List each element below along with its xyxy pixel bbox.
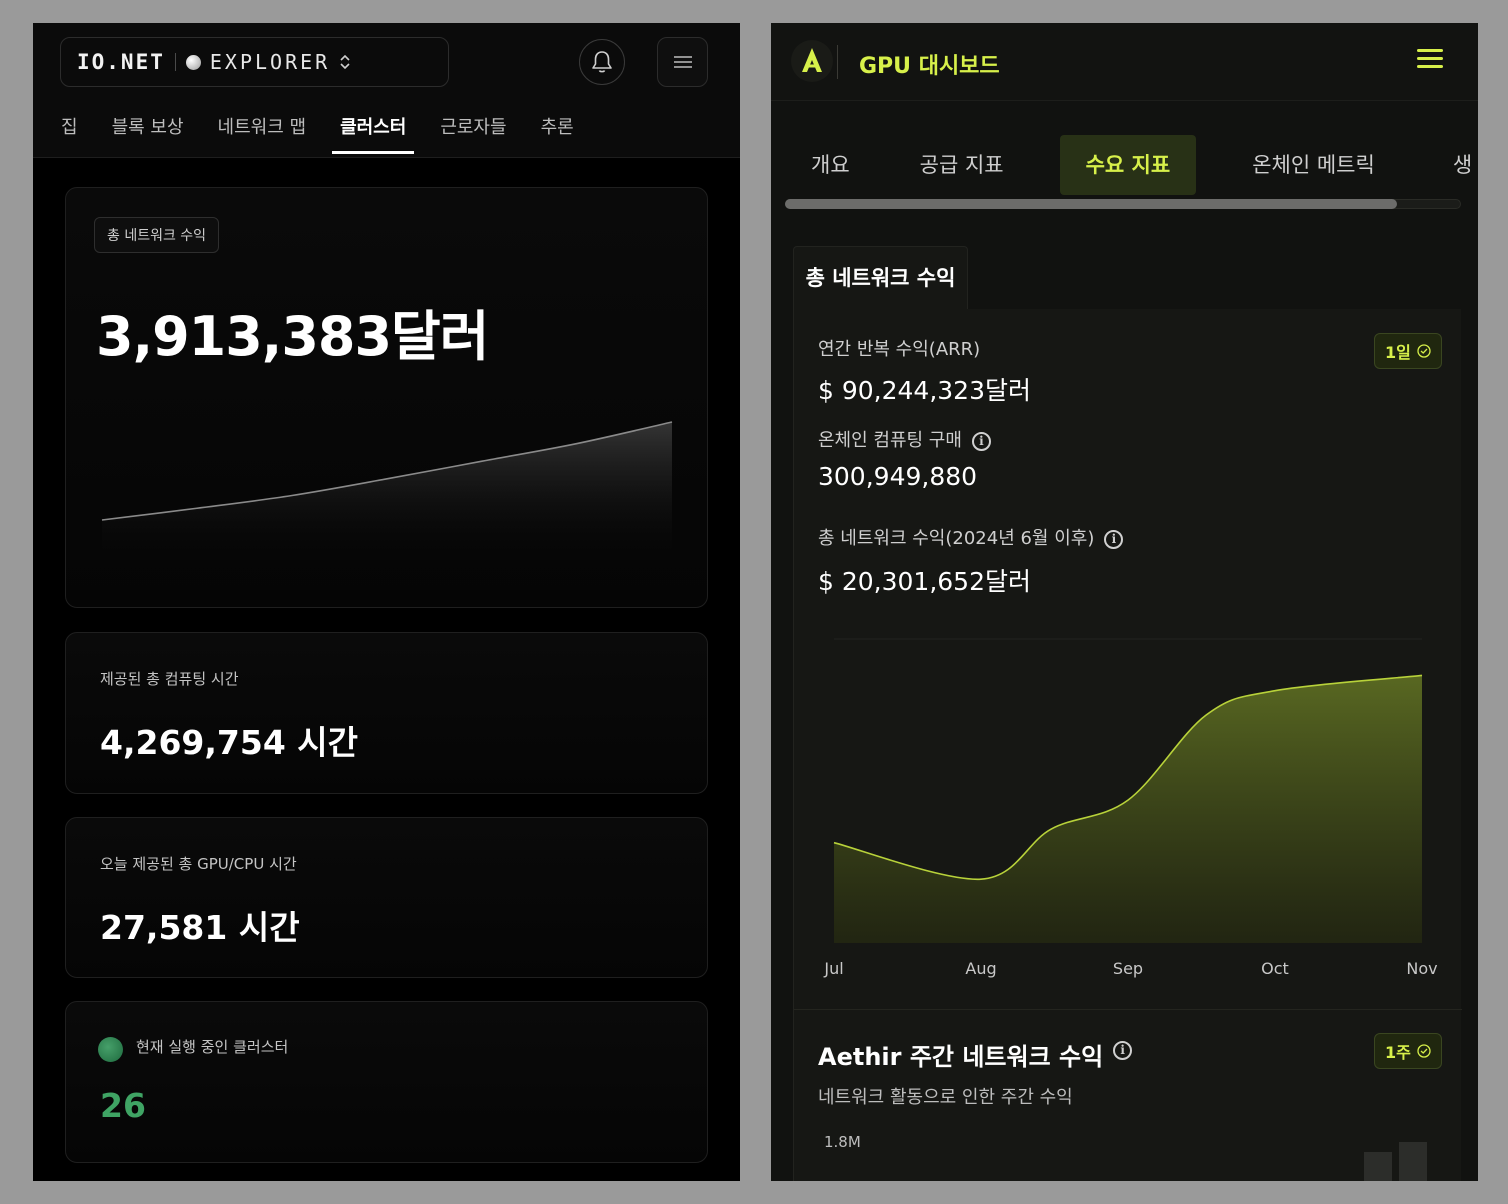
timeframe-label: 1일 xyxy=(1385,343,1411,362)
tab-inference[interactable]: 추론 xyxy=(541,113,574,151)
section-divider xyxy=(794,1009,1462,1010)
today-hours-card: 오늘 제공된 총 GPU/CPU 시간 27,581 시간 xyxy=(65,817,708,978)
onchain-label-text: 온체인 컴퓨팅 구매 xyxy=(818,430,962,451)
chevron-updown-icon xyxy=(340,54,350,70)
today-hours-label: 오늘 제공된 총 GPU/CPU 시간 xyxy=(100,855,297,873)
status-dot-icon xyxy=(98,1037,123,1062)
timeframe-label: 1주 xyxy=(1385,1043,1411,1062)
tab-more[interactable]: 생 xyxy=(1453,135,1478,195)
compute-hours-card: 제공된 총 컴퓨팅 시간 4,269,754 시간 xyxy=(65,632,708,794)
explorer-switcher[interactable]: IO.NET EXPLORER xyxy=(60,37,449,87)
onchain-label: 온체인 컴퓨팅 구매 i xyxy=(818,426,991,452)
dashboard-title: GPU 대시보드 xyxy=(859,54,1000,79)
arr-value: $ 90,244,323달러 xyxy=(818,376,1031,405)
hamburger-icon xyxy=(673,56,692,68)
arr-label: 연간 반복 수익(ARR) xyxy=(818,339,981,360)
revenue-area-chart xyxy=(833,638,1423,943)
total-revenue-label: 총 네트워크 수익 xyxy=(94,217,220,253)
info-icon[interactable]: i xyxy=(971,431,991,451)
explorer-title: EXPLORER xyxy=(209,50,331,74)
section-tab-total-revenue[interactable]: 총 네트워크 수익 xyxy=(793,246,968,309)
menu-button[interactable] xyxy=(657,37,708,87)
io-net-logo: IO.NET xyxy=(77,50,165,74)
running-clusters-card: 현재 실행 중인 클러스터 26 xyxy=(65,1001,708,1163)
running-clusters-label: 현재 실행 중인 클러스터 xyxy=(136,1038,289,1056)
info-icon[interactable]: i xyxy=(1104,529,1124,549)
io-explorer-panel: IO.NET EXPLORER 집 블록 보상 네트워크 맵 클러스터 근로자들 xyxy=(33,23,740,1181)
tab-supply-metrics[interactable]: 공급 지표 xyxy=(894,135,1060,195)
info-icon[interactable]: i xyxy=(1113,1040,1133,1060)
tab-block-rewards[interactable]: 블록 보상 xyxy=(112,113,184,151)
explorer-nav: 집 블록 보상 네트워크 맵 클러스터 근로자들 추론 xyxy=(61,113,608,154)
notifications-button[interactable] xyxy=(579,39,625,85)
tab-onchain-metrics[interactable]: 온체인 메트릭 xyxy=(1196,135,1453,195)
aethir-weekly-title-text: Aethir 주간 네트워크 수익 xyxy=(818,1043,1104,1071)
dashboard-header: GPU 대시보드 xyxy=(771,23,1478,101)
aethir-weekly-title: Aethir 주간 네트워크 수익 i xyxy=(818,1037,1133,1072)
x-tick-label: Nov xyxy=(1406,959,1438,978)
tab-home[interactable]: 집 xyxy=(61,113,78,151)
x-tick-label: Sep xyxy=(1112,959,1144,978)
total-since-label: 총 네트워크 수익(2024년 6월 이후) i xyxy=(818,524,1124,550)
x-tick-label: Jul xyxy=(824,959,844,978)
total-since-label-text: 총 네트워크 수익(2024년 6월 이후) xyxy=(818,528,1095,549)
tab-demand-metrics[interactable]: 수요 지표 xyxy=(1059,135,1197,195)
tab-clusters[interactable]: 클러스터 xyxy=(332,113,415,154)
total-revenue-value: 3,913,383달러 xyxy=(96,305,489,368)
compute-hours-value: 4,269,754 시간 xyxy=(100,723,359,762)
revenue-area-fill xyxy=(102,422,672,573)
timeframe-badge-day[interactable]: 1일 xyxy=(1374,333,1442,369)
total-revenue-card: 총 네트워크 수익 3,913,383달러 xyxy=(65,187,708,608)
explorer-dot-icon xyxy=(185,54,201,70)
check-circle-icon xyxy=(1417,1044,1431,1058)
running-clusters-value: 26 xyxy=(100,1086,146,1125)
tabs-scrollbar-thumb[interactable] xyxy=(785,199,1397,209)
check-circle-icon xyxy=(1417,344,1431,358)
timeframe-badge-week[interactable]: 1주 xyxy=(1374,1033,1442,1069)
y-axis-tick-top: 1.8M xyxy=(824,1133,861,1151)
tab-overview[interactable]: 개요 xyxy=(785,135,894,195)
bell-icon xyxy=(592,51,612,73)
logo-separator xyxy=(837,45,838,79)
onchain-value: 300,949,880 xyxy=(818,462,978,491)
weekly-bar xyxy=(1364,1152,1392,1181)
weekly-bar xyxy=(1399,1142,1427,1181)
brand-separator xyxy=(174,53,176,71)
x-tick-label: Aug xyxy=(965,959,997,978)
today-hours-value: 27,581 시간 xyxy=(100,908,300,947)
compute-hours-label: 제공된 총 컴퓨팅 시간 xyxy=(100,670,239,688)
total-since-value: $ 20,301,652달러 xyxy=(818,567,1031,596)
aethir-weekly-subtitle: 네트워크 활동으로 인한 주간 수익 xyxy=(818,1087,1073,1108)
revenue-area-fill xyxy=(834,675,1422,943)
tab-network-map[interactable]: 네트워크 맵 xyxy=(218,113,307,151)
total-revenue-chart xyxy=(101,421,673,573)
revenue-metrics-card: 1일 연간 반복 수익(ARR) $ 90,244,323달러 온체인 컴퓨팅 … xyxy=(793,309,1462,1181)
explorer-header: IO.NET EXPLORER 집 블록 보상 네트워크 맵 클러스터 근로자들 xyxy=(33,23,740,158)
tab-workers[interactable]: 근로자들 xyxy=(440,113,506,151)
dashboard-tabs: 개요 공급 지표 수요 지표 온체인 메트릭 생 xyxy=(785,134,1478,196)
x-tick-label: Oct xyxy=(1261,959,1289,978)
aethir-logo-icon xyxy=(791,40,833,82)
hamburger-menu-icon[interactable] xyxy=(1417,47,1443,71)
gpu-dashboard-panel: GPU 대시보드 개요 공급 지표 수요 지표 온체인 메트릭 생 총 네트워크… xyxy=(771,23,1478,1181)
